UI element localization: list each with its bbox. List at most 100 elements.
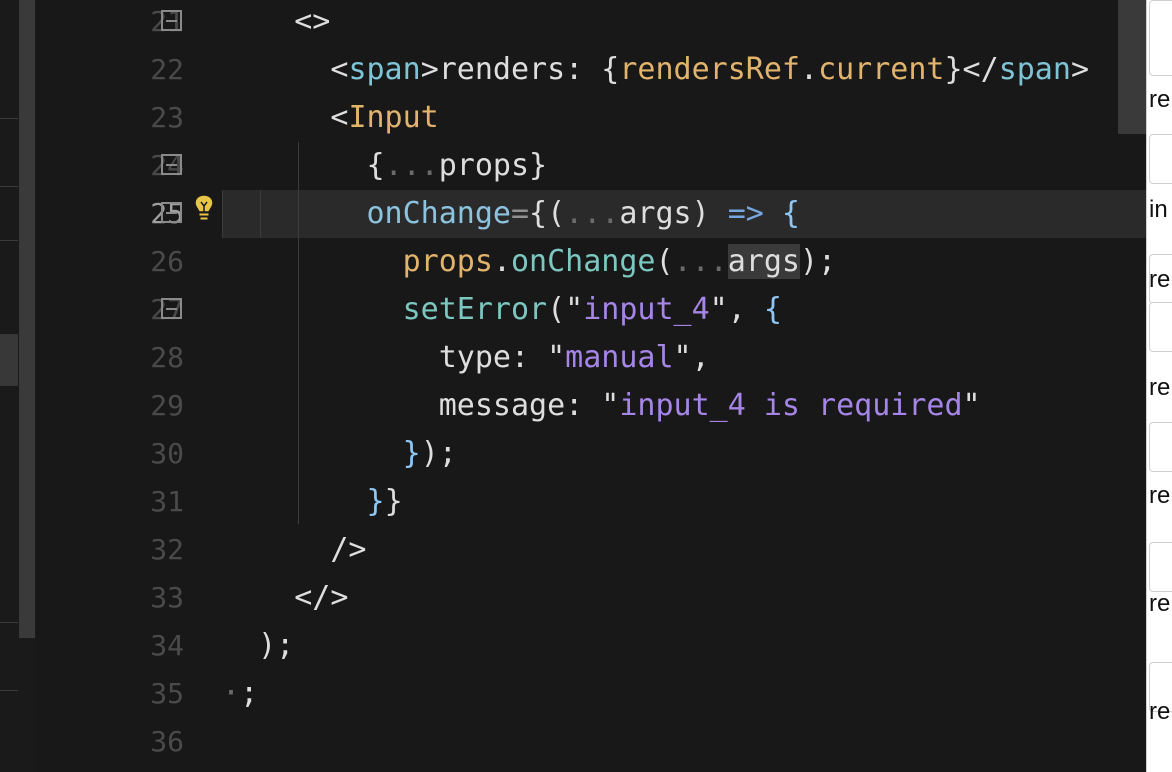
code-text[interactable]: <span>renders: {rendersRef.current}</spa… [222,46,1089,94]
code-token: props [222,244,493,279]
code-token: ); [222,628,295,663]
form-label: re [1149,590,1171,617]
code-token: ... [565,196,620,231]
code-token: } [222,436,421,471]
form-input[interactable] [1149,134,1172,184]
code-token: > [1070,52,1089,87]
indent-guide [298,142,299,524]
code-token: onChange [511,244,656,279]
code-token: current [818,52,945,87]
code-token: ... [673,244,728,279]
left-panel-scrollbar[interactable] [19,0,35,638]
code-token: => [727,196,764,231]
code-text[interactable]: props.onChange(...args); [222,238,836,286]
line-number: 33 [150,581,184,614]
form-label: re [1149,482,1171,509]
code-editor[interactable]: 21 <> 22 <span>renders: {rendersRef.curre… [36,0,1146,772]
code-text[interactable]: message: "input_4 is required" [222,382,981,430]
code-token: type: " [222,340,566,375]
code-token: = [510,196,530,231]
code-token: { [222,148,385,183]
code-line[interactable]: 31 }} [36,478,1146,526]
code-token: } [222,484,385,519]
code-token: (" [547,292,584,327]
code-text[interactable]: }} [222,478,403,526]
code-token: args [727,244,800,279]
form-input[interactable] [1149,542,1172,592]
code-token: ( [655,244,674,279]
code-text[interactable]: }); [222,430,457,478]
code-text[interactable]: {...props} [222,142,547,190]
code-line[interactable]: 35 ·; [36,670,1146,718]
code-token: setError [222,292,548,327]
code-token: <> [222,4,331,39]
line-number: 22 [150,53,184,86]
code-line[interactable]: 32 /> [36,526,1146,574]
code-token: ", [709,292,764,327]
code-line[interactable]: 29 message: "input_4 is required" [36,382,1146,430]
fold-collapse-icon[interactable] [161,298,182,319]
code-text[interactable]: /> [222,526,367,574]
line-number: 32 [150,533,184,566]
fold-collapse-icon[interactable] [161,202,182,223]
code-token: props} [438,148,548,183]
code-token: span [348,52,421,87]
code-token: . [800,52,819,87]
code-text[interactable]: type: "manual", [222,334,710,382]
editor-scrollbar-thumb[interactable] [1118,0,1146,134]
form-label: re [1149,374,1171,401]
code-line[interactable]: 33 </> [36,574,1146,622]
line-number: 34 [150,629,184,662]
code-text[interactable]: <Input [222,94,439,142]
right-side-panel: re in re re re re re [1146,0,1172,772]
form-label: re [1149,86,1171,113]
code-text[interactable]: ·; [222,670,258,718]
code-token: ); [420,436,457,471]
code-line[interactable]: 21 <> [36,0,1146,46]
form-input[interactable] [1149,0,1172,76]
code-line[interactable]: 27 setError("input_4", { [36,286,1146,334]
code-token: input_4 [583,292,710,327]
code-token: /> [222,532,367,567]
fold-collapse-icon[interactable] [161,10,182,31]
code-token: · [222,676,241,711]
code-line[interactable]: 34 ); [36,622,1146,670]
line-number: 26 [150,245,184,278]
code-text[interactable]: </> [222,574,348,622]
code-text[interactable]: setError("input_4", { [222,286,782,334]
indent-guide [260,190,261,238]
form-label: in [1149,196,1168,223]
code-line[interactable]: 24 {...props} [36,142,1146,190]
line-number: 35 [150,677,184,710]
left-panel-divider [0,186,18,187]
code-line[interactable]: 30 }); [36,430,1146,478]
left-side-panel [0,0,37,772]
code-token: } [384,484,403,519]
code-token: span [998,52,1071,87]
code-token: input_4 is required [619,388,963,423]
form-input[interactable] [1149,302,1172,352]
code-line[interactable]: 26 props.onChange(...args); [36,238,1146,286]
code-line[interactable]: 22 <span>renders: {rendersRef.current}</… [36,46,1146,94]
fold-collapse-icon[interactable] [161,154,182,175]
code-text[interactable]: ); [222,622,294,670]
code-text[interactable]: onChange={(...args) => { [222,190,800,238]
code-token: { [763,292,782,327]
code-token: Input [348,100,439,135]
form-input[interactable] [1149,422,1172,472]
line-number: 36 [150,725,184,758]
code-text[interactable]: <> [222,0,330,46]
form-label: re [1149,266,1171,293]
left-panel-divider [0,118,18,119]
line-number: 29 [150,389,184,422]
code-line[interactable]: 23 <Input [36,94,1146,142]
left-panel-selected-item[interactable] [0,334,18,386]
lightbulb-icon[interactable] [194,194,214,222]
code-token: . [492,244,511,279]
code-line[interactable]: 28 type: "manual", [36,334,1146,382]
code-token: </> [222,580,349,615]
left-panel-divider [0,690,18,691]
code-line[interactable]: 36 [36,718,1146,766]
code-token: ; [240,676,259,711]
code-token: < [222,100,349,135]
